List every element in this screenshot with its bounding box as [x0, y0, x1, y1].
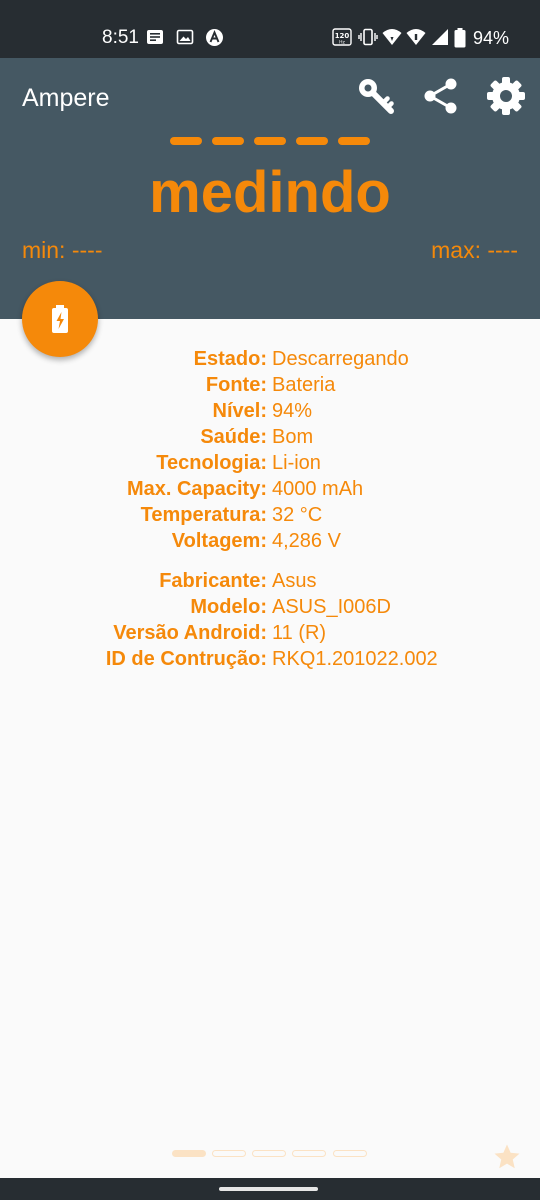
info-row-modelo: Modelo: ASUS_I006D [0, 594, 540, 620]
page-dot[interactable] [292, 1150, 326, 1157]
info-row-temperatura: Temperatura: 32 °C [0, 502, 540, 528]
info-label: Fabricante: [159, 570, 267, 592]
key-icon[interactable] [356, 76, 396, 116]
current-value-placeholder [170, 137, 370, 147]
info-value: 32 °C [272, 504, 323, 526]
info-value: ASUS_I006D [272, 596, 391, 618]
info-value: Descarregando [272, 348, 409, 370]
image-icon [176, 29, 194, 45]
wifi-calling-icon [406, 29, 426, 45]
info-label: Max. Capacity: [126, 478, 267, 500]
measuring-status: medindo [149, 160, 391, 225]
info-value: 4,286 V [272, 530, 341, 552]
info-label: Modelo: [190, 596, 267, 618]
signal-icon [432, 29, 448, 45]
status-battery-percent: 94% [473, 28, 510, 48]
page-dot[interactable] [172, 1150, 206, 1157]
vibrate-icon [358, 28, 378, 46]
info-row-estado: Estado: Descarregando [0, 346, 540, 372]
navigation-bar [0, 1178, 540, 1200]
info-label: ID de Contrução: [105, 648, 267, 670]
battery-icon [454, 28, 466, 48]
info-row-fabricante: Fabricante: Asus [0, 568, 540, 594]
share-icon[interactable] [421, 76, 461, 116]
info-label: Saúde: [200, 426, 267, 448]
info-row-fonte: Fonte: Bateria [0, 372, 540, 398]
info-row-max-capacity: Max. Capacity: 4000 mAh [0, 476, 540, 502]
notification-icon [147, 30, 163, 44]
info-label: Tecnologia: [156, 452, 267, 474]
star-icon[interactable] [492, 1142, 522, 1172]
status-bar: 8:51 120 Hz 94% [0, 0, 540, 58]
info-value: Li-ion [272, 452, 321, 474]
page-dot[interactable] [212, 1150, 246, 1157]
info-label: Versão Android: [113, 622, 267, 644]
a-badge-icon [206, 29, 223, 46]
status-time: 8:51 [102, 27, 139, 48]
info-value: RKQ1.201022.002 [272, 648, 438, 670]
info-row-tecnologia: Tecnologia: Li-ion [0, 450, 540, 476]
info-row-saude: Saúde: Bom [0, 424, 540, 450]
info-value: 11 (R) [272, 622, 327, 644]
info-value: 94% [272, 400, 313, 422]
info-label: Temperatura: [140, 504, 267, 526]
app-title: Ampere [22, 84, 110, 112]
120hz-icon: 120 Hz [332, 28, 352, 46]
info-row-voltagem: Voltagem: 4,286 V [0, 528, 540, 554]
battery-charging-icon [52, 305, 68, 333]
gear-icon[interactable] [486, 76, 526, 116]
svg-text:120: 120 [335, 32, 350, 40]
home-gesture-handle[interactable] [219, 1187, 318, 1191]
info-label: Nível: [212, 400, 267, 422]
info-row-nivel: Nível: 94% [0, 398, 540, 424]
wifi-icon [382, 29, 402, 45]
page-dot[interactable] [333, 1150, 367, 1157]
info-row-build-id: ID de Contrução: RKQ1.201022.002 [0, 646, 540, 672]
svg-text:Hz: Hz [339, 40, 345, 46]
info-value: 4000 mAh [272, 478, 364, 500]
info-value: Bateria [272, 374, 336, 396]
info-row-versao-android: Versão Android: 11 (R) [0, 620, 540, 646]
info-label: Voltagem: [171, 530, 267, 552]
max-value: max: ---- [431, 237, 518, 263]
info-value: Asus [272, 570, 317, 592]
header: Ampere medindo min: ---- max: ---- [0, 58, 540, 319]
info-label: Fonte: [205, 374, 267, 396]
page-dot[interactable] [252, 1150, 286, 1157]
info-label: Estado: [193, 348, 267, 370]
info-value: Bom [272, 426, 314, 448]
min-value: min: ---- [22, 237, 103, 263]
